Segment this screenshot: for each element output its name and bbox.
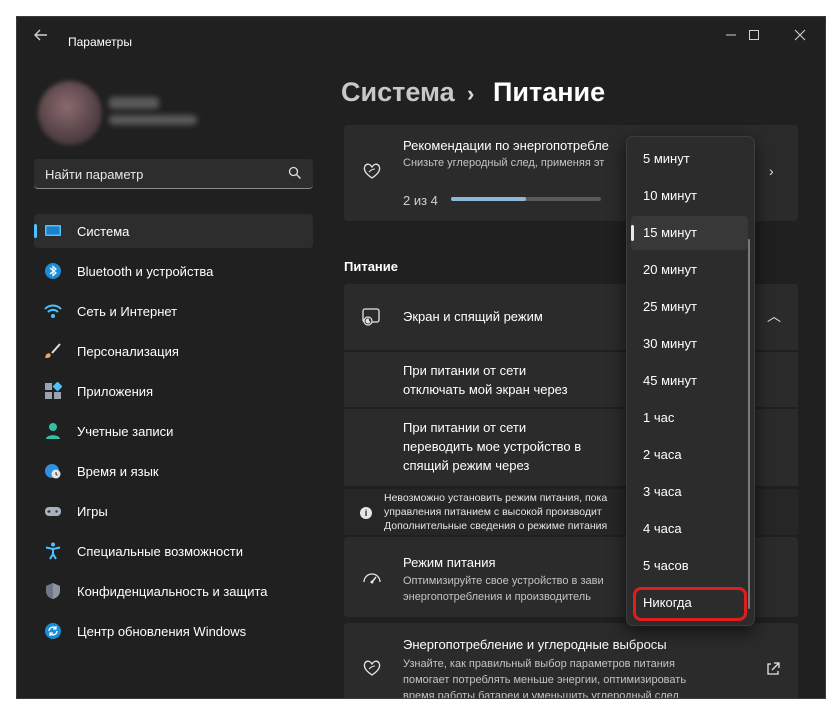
sidebar-item-privacy[interactable]: Конфиденциальность и защита xyxy=(34,574,313,608)
sidebar-item-time-language[interactable]: Время и язык xyxy=(34,454,313,488)
sidebar-item-label: Приложения xyxy=(77,384,154,399)
sidebar-item-label: Сеть и Интернет xyxy=(77,304,178,319)
close-button[interactable] xyxy=(778,21,822,49)
page-title: Питание xyxy=(493,77,606,107)
row-label-line1: При питании от сети xyxy=(403,363,527,378)
sidebar-item-label: Время и язык xyxy=(77,464,159,479)
arrow-left-icon xyxy=(34,29,47,41)
info-icon: i xyxy=(360,507,372,519)
close-icon xyxy=(794,29,806,41)
search-placeholder: Найти параметр xyxy=(45,167,144,182)
row-label-line2: отключать мой экран через xyxy=(403,382,568,397)
energy-desc-line2: помогает потреблять меньше энергии, опти… xyxy=(403,674,687,686)
sidebar-item-network[interactable]: Сеть и Интернет xyxy=(34,294,313,328)
row-label-line3: спящий режим через xyxy=(403,458,530,473)
sidebar-item-label: Центр обновления Windows xyxy=(77,624,247,639)
breadcrumb-section[interactable]: Система xyxy=(341,77,455,108)
leaf-heart-icon xyxy=(363,163,381,179)
dropdown-option[interactable]: 1 час xyxy=(631,401,748,435)
apps-icon xyxy=(45,382,62,399)
section-heading-power: Питание xyxy=(344,259,399,274)
sidebar-item-label: Bluetooth и устройства xyxy=(77,264,214,279)
external-link-icon[interactable] xyxy=(765,661,781,677)
sidebar-item-apps[interactable]: Приложения xyxy=(34,374,313,408)
dropdown-option[interactable]: 2 часа xyxy=(631,438,748,472)
dropdown-option[interactable]: 4 часа xyxy=(631,512,748,546)
row-label-line2: переводить мое устройство в xyxy=(403,439,582,454)
power-mode-desc-line1: Оптимизируйте свое устройство в зави xyxy=(403,575,604,587)
progress-fill xyxy=(451,197,526,201)
energy-emissions-card[interactable]: Энергопотребление и углеродные выбросы У… xyxy=(344,623,798,699)
sidebar-item-label: Игры xyxy=(77,504,108,519)
bluetooth-icon xyxy=(45,263,61,279)
screen-sleep-title: Экран и спящий режим xyxy=(403,309,543,324)
dropdown-option-selected[interactable]: 15 минут xyxy=(631,216,748,250)
avatar[interactable] xyxy=(38,81,102,145)
profile-email-blurred xyxy=(109,115,197,125)
recommendations-progress-text: 2 из 4 xyxy=(403,193,438,208)
power-mode-title: Режим питания xyxy=(403,555,496,570)
recommendations-title: Рекомендации по энергопотребле xyxy=(403,138,609,153)
chevron-up-icon[interactable]: ︿ xyxy=(767,306,781,326)
dropdown-option[interactable]: 10 минут xyxy=(631,179,748,213)
update-icon xyxy=(45,623,61,639)
dropdown-option[interactable]: 3 часа xyxy=(631,475,748,509)
highlight-annotation xyxy=(633,587,747,621)
recommendations-subtitle: Снизьте углеродный след, применяя эт xyxy=(403,157,605,169)
screen-sleep-icon xyxy=(362,308,380,326)
sidebar-item-label: Учетные записи xyxy=(77,424,174,439)
window-title: Параметры xyxy=(68,35,132,49)
gauge-icon xyxy=(363,573,381,584)
sidebar-item-windows-update[interactable]: Центр обновления Windows xyxy=(34,614,313,648)
dropdown-option[interactable]: 25 минут xyxy=(631,290,748,324)
selected-indicator xyxy=(631,225,634,241)
power-mode-desc-line2: энергопотребления и производитель xyxy=(403,591,591,603)
dropdown-option[interactable]: 5 часов xyxy=(631,549,748,583)
search-icon xyxy=(288,166,301,179)
brush-icon xyxy=(45,343,61,358)
sidebar-item-bluetooth[interactable]: Bluetooth и устройства xyxy=(34,254,313,288)
maximize-icon xyxy=(749,30,759,40)
timeout-dropdown-list[interactable]: 5 минут 10 минут 15 минут 20 минут 25 ми… xyxy=(626,136,755,626)
person-icon xyxy=(46,423,60,439)
recommendations-progress-bar xyxy=(451,197,601,201)
leaf-heart-icon xyxy=(363,660,381,676)
sidebar-item-label: Система xyxy=(77,224,130,239)
active-indicator xyxy=(34,224,37,238)
dropdown-option[interactable]: 20 минут xyxy=(631,253,748,287)
globe-clock-icon xyxy=(45,464,61,479)
energy-desc-line1: Узнайте, как правильный выбор параметров… xyxy=(403,658,675,670)
search-input[interactable]: Найти параметр xyxy=(34,159,313,189)
sidebar-item-label: Специальные возможности xyxy=(77,544,243,559)
title-bar: Параметры xyxy=(17,17,825,53)
chevron-right-icon: › xyxy=(769,163,774,179)
energy-desc-line3: время работы батареи и уменьшить углерод… xyxy=(403,690,679,699)
dropdown-scrollbar[interactable] xyxy=(748,239,750,609)
sidebar-item-accounts[interactable]: Учетные записи xyxy=(34,414,313,448)
dropdown-option[interactable]: 45 минут xyxy=(631,364,748,398)
gamepad-icon xyxy=(45,507,61,516)
wifi-icon xyxy=(44,304,62,318)
shield-icon xyxy=(46,583,60,599)
sidebar-item-label: Персонализация xyxy=(77,344,179,359)
notice-line2: управления питанием с высокой производит xyxy=(384,506,602,518)
notice-line1: Невозможно установить режим питания, пок… xyxy=(384,492,608,504)
dropdown-option[interactable]: 30 минут xyxy=(631,327,748,361)
maximize-button[interactable] xyxy=(732,21,776,49)
sidebar-item-accessibility[interactable]: Специальные возможности xyxy=(34,534,313,568)
dropdown-option[interactable]: 5 минут xyxy=(631,142,748,176)
row-label-line1: При питании от сети xyxy=(403,420,527,435)
profile-name-blurred xyxy=(109,97,159,109)
breadcrumb-separator: › xyxy=(467,81,475,106)
back-button[interactable] xyxy=(27,23,55,47)
monitor-icon xyxy=(45,225,61,236)
sidebar-item-personalization[interactable]: Персонализация xyxy=(34,334,313,368)
sidebar-item-system[interactable]: Система xyxy=(34,214,313,248)
sidebar-item-gaming[interactable]: Игры xyxy=(34,494,313,528)
accessibility-icon xyxy=(45,542,61,560)
sidebar-item-label: Конфиденциальность и защита xyxy=(77,584,268,599)
notice-line3[interactable]: Дополнительные сведения о режиме питания xyxy=(384,519,607,533)
settings-window: Параметры Найти параметр Система Bluetoo… xyxy=(16,16,826,699)
energy-title: Энергопотребление и углеродные выбросы xyxy=(403,637,667,652)
